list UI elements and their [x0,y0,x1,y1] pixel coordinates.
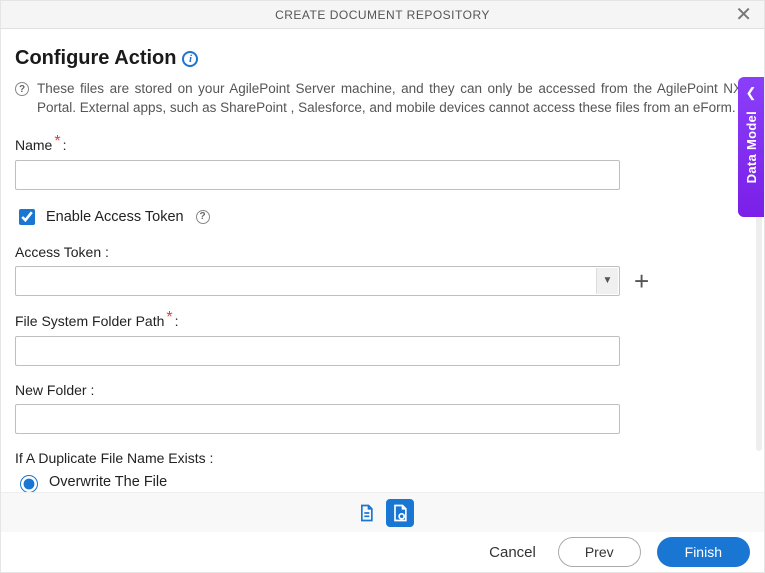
enable-access-token-label: Enable Access Token [46,209,184,225]
document-icon[interactable] [352,499,380,527]
help-icon[interactable]: ? [15,82,29,96]
required-asterisk: * [166,309,172,327]
overwrite-radio[interactable] [20,475,38,492]
info-icon[interactable]: i [182,51,198,67]
document-settings-icon[interactable] [386,499,414,527]
required-asterisk: * [54,133,60,151]
cancel-button[interactable]: Cancel [483,543,542,562]
new-folder-input[interactable] [15,404,620,434]
finish-button[interactable]: Finish [657,537,750,567]
access-token-select[interactable] [15,266,620,296]
new-folder-label: New Folder : [15,382,742,398]
field-duplicate: If A Duplicate File Name Exists : Overwr… [15,450,742,492]
help-icon[interactable]: ? [196,210,210,224]
section-title-row: Configure Action i [15,47,742,70]
name-label: Name * : [15,136,742,154]
close-icon[interactable]: ✕ [729,3,758,27]
field-access-token: Access Token : ▼ + [15,244,742,296]
modal-title: CREATE DOCUMENT REPOSITORY [275,8,490,22]
add-access-token-button[interactable]: + [630,268,653,294]
folder-path-label: File System Folder Path * : [15,312,742,330]
modal-header: CREATE DOCUMENT REPOSITORY ✕ [1,1,764,29]
field-new-folder: New Folder : [15,382,742,434]
access-token-label: Access Token : [15,244,742,260]
field-folder-path: File System Folder Path * : [15,312,742,366]
data-model-label: Data Model [744,111,759,183]
footer-buttons: Cancel Prev Finish [1,532,764,572]
data-model-panel-toggle[interactable]: ❮ Data Model [738,77,764,217]
enable-access-token-row: Enable Access Token ? [15,206,742,228]
prev-button[interactable]: Prev [558,537,641,567]
modal-body: Configure Action i ? These files are sto… [1,29,764,492]
help-row: ? These files are stored on your AgilePo… [15,80,742,118]
overwrite-radio-label: Overwrite The File [49,474,167,490]
modal-footer: Cancel Prev Finish [1,492,764,572]
modal-create-document-repository: CREATE DOCUMENT REPOSITORY ✕ Configure A… [0,0,765,573]
duplicate-label: If A Duplicate File Name Exists : [15,450,742,466]
enable-access-token-checkbox[interactable] [19,209,35,225]
folder-path-input[interactable] [15,336,620,366]
access-token-row: ▼ + [15,266,742,296]
field-name: Name * : [15,136,742,190]
chevron-left-icon: ❮ [746,85,757,101]
name-input[interactable] [15,160,620,190]
access-token-select-container: ▼ [15,266,620,296]
footer-icon-bar [1,492,764,532]
overwrite-radio-row: Overwrite The File [15,472,742,492]
section-title: Configure Action [15,47,176,70]
help-text: These files are stored on your AgilePoin… [37,80,742,118]
